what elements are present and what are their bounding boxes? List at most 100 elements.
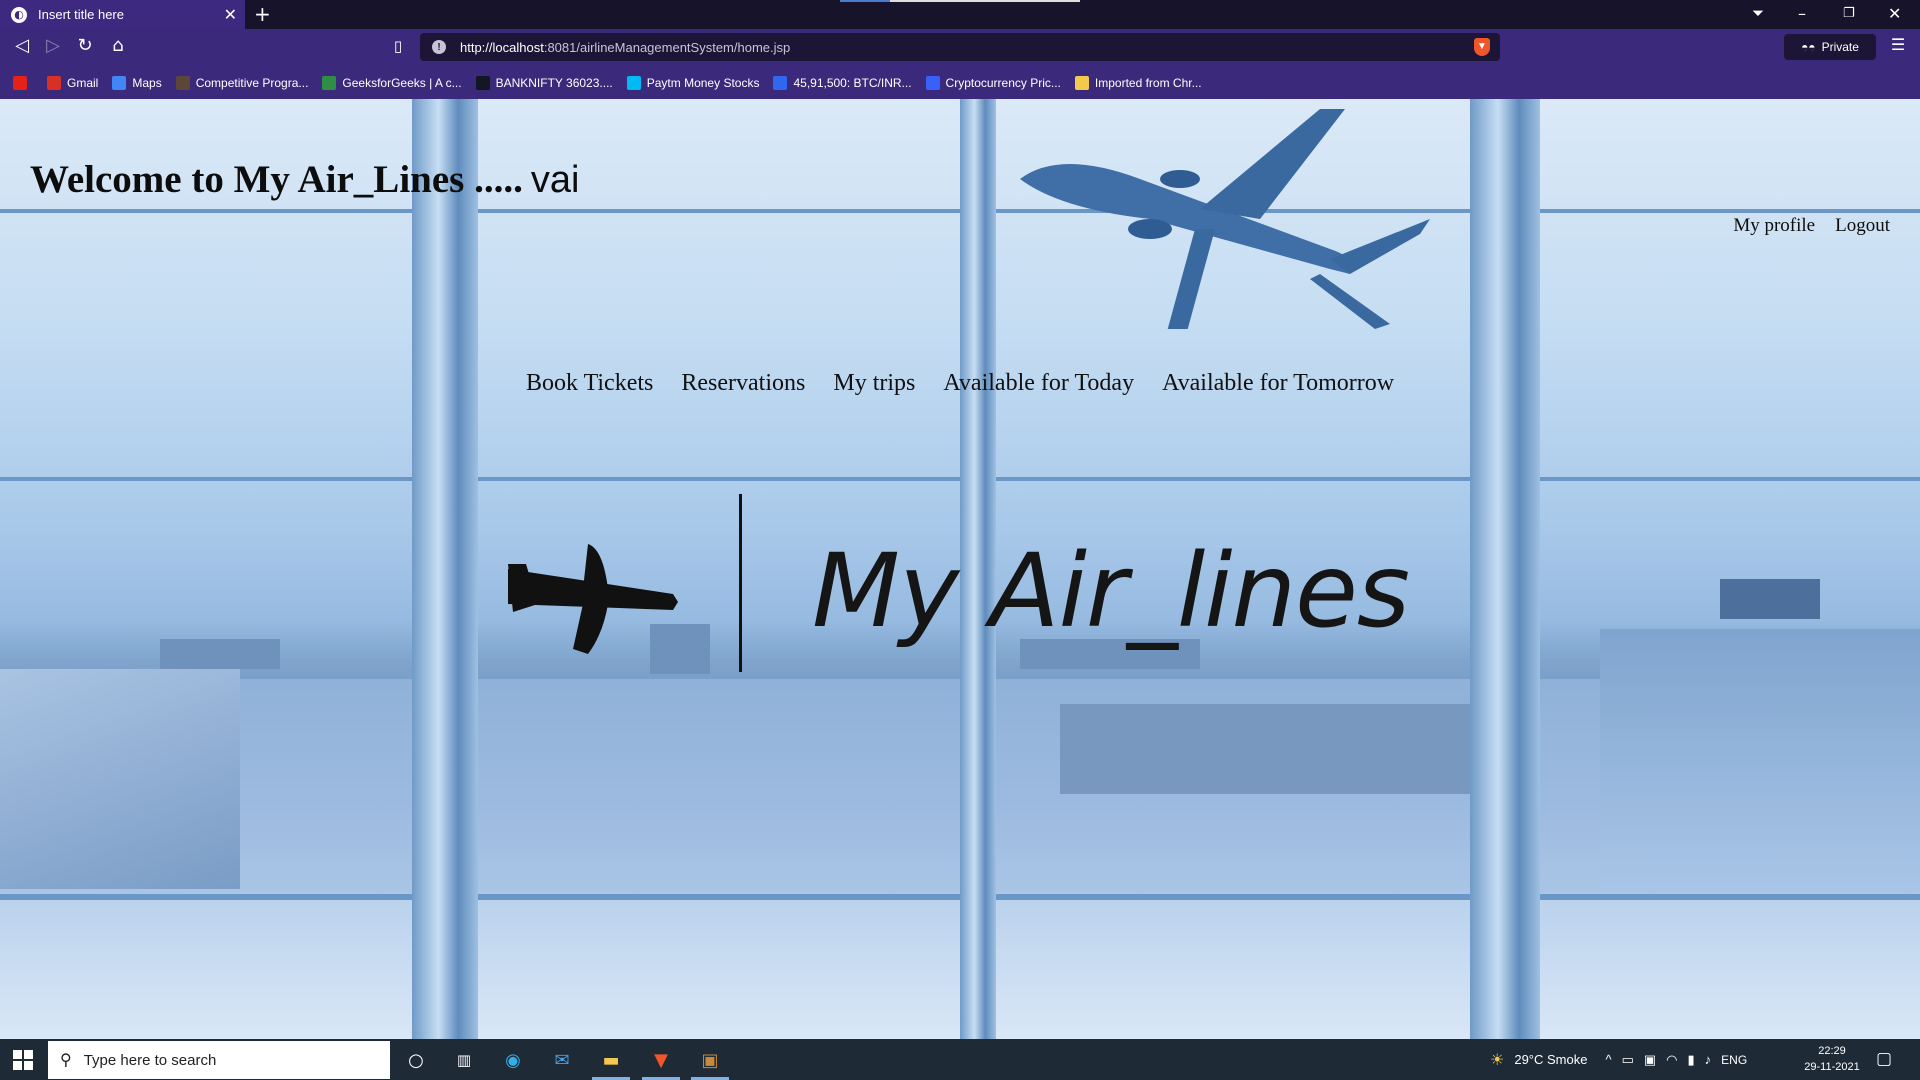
username: vai: [530, 159, 580, 201]
main-nav: Book Tickets Reservations My trips Avail…: [526, 370, 1394, 397]
close-window-icon[interactable]: ✕: [1888, 4, 1901, 23]
reload-icon[interactable]: ↻: [73, 35, 97, 56]
airplane-image: [1020, 109, 1430, 329]
loading-bar-accent: [840, 0, 890, 2]
home-icon[interactable]: ⌂: [106, 35, 130, 56]
window-pillar: [1470, 99, 1540, 1039]
brave-browser-icon[interactable]: ▼: [642, 1047, 680, 1080]
tradingview-icon: [475, 75, 490, 90]
menu-icon[interactable]: ☰: [1886, 35, 1910, 54]
clock[interactable]: 22:29 29-11-2021: [1800, 1043, 1864, 1075]
cortana-icon[interactable]: ○: [403, 1047, 429, 1073]
nav-my-trips[interactable]: My trips: [833, 370, 915, 397]
logo-divider: [739, 494, 742, 672]
bookmarks-bar: Gmail Maps Competitive Progra... GeeksforGe…: [0, 66, 1920, 99]
bookmark-label: Maps: [132, 75, 162, 90]
tab-search-icon[interactable]: ⏷: [1752, 4, 1764, 22]
gfg-icon: [322, 75, 337, 90]
bookmark-label: Competitive Progra...: [195, 75, 309, 90]
windows-taskbar: ⚲ Type here to search ○ ▥ ◉ ✉ ▬ ▼ ▣ ☀ 29…: [0, 1039, 1920, 1080]
google-icon: [112, 75, 127, 90]
volume-icon[interactable]: ♪: [1705, 1052, 1712, 1067]
youtube-icon: [13, 75, 27, 90]
building: [160, 639, 280, 669]
back-icon[interactable]: ◁: [10, 35, 34, 56]
restore-icon[interactable]: ❐: [1843, 6, 1855, 21]
task-view-icon[interactable]: ▥: [451, 1047, 477, 1073]
close-tab-icon[interactable]: ✕: [224, 5, 237, 24]
system-tray: ☀ 29°C Smoke ^ ▭ ▣ ◠ ▮ ♪ ENG: [1490, 1039, 1747, 1080]
nav-available-today[interactable]: Available for Today: [943, 370, 1134, 397]
bookmark-item[interactable]: Cryptocurrency Pric...: [925, 75, 1061, 90]
bookmark-item[interactable]: Competitive Progra...: [175, 75, 309, 90]
eclipse-icon[interactable]: ▣: [691, 1047, 729, 1080]
browser-tab-bar: ◐ Insert title here ✕ + ⏷ – ❐ ✕: [0, 0, 1920, 29]
show-hidden-icons-icon[interactable]: ^: [1605, 1052, 1611, 1067]
tab-title: Insert title here: [38, 7, 124, 22]
wifi-icon[interactable]: ◠: [1666, 1052, 1677, 1068]
browser-toolbar: ◁ ▷ ↻ ⌂ ▯ ! http://localhost:8081/airlin…: [0, 29, 1920, 66]
bookmark-item[interactable]: Gmail: [47, 75, 99, 90]
url-text: http://localhost:8081/airlineManagementS…: [460, 39, 791, 55]
file-explorer-icon[interactable]: ▬: [592, 1047, 630, 1080]
terminal-building: [1600, 629, 1920, 889]
mail-icon[interactable]: ✉: [549, 1047, 575, 1073]
private-window-badge[interactable]: ◓◓ Private: [1784, 34, 1876, 60]
display-icon[interactable]: ▣: [1644, 1052, 1656, 1068]
bookmark-icon[interactable]: ▯: [386, 37, 410, 55]
coinmarketcap-icon: [925, 75, 940, 90]
window-pillar: [412, 99, 478, 1039]
address-bar[interactable]: ! http://localhost:8081/airlineManagemen…: [420, 33, 1500, 61]
nav-book-tickets[interactable]: Book Tickets: [526, 370, 653, 397]
bookmark-item[interactable]: BANKNIFTY 36023....: [475, 75, 613, 90]
windows-start-icon[interactable]: [13, 1050, 33, 1070]
site-info-icon[interactable]: !: [432, 40, 446, 54]
time-text: 22:29: [1818, 1045, 1846, 1057]
jet-bridge: [1060, 704, 1480, 794]
logo-text: My Air_lines: [812, 532, 1410, 651]
search-icon: ⚲: [60, 1052, 72, 1069]
nav-reservations[interactable]: Reservations: [681, 370, 805, 397]
airplane-logo-icon: [508, 544, 678, 654]
bookmark-label: Cryptocurrency Pric...: [945, 75, 1061, 90]
taskbar-search[interactable]: ⚲ Type here to search: [48, 1041, 390, 1079]
meet-now-icon[interactable]: ▭: [1622, 1052, 1634, 1068]
new-tab-icon[interactable]: +: [254, 2, 271, 26]
gmail-icon: [47, 75, 61, 90]
minimize-icon[interactable]: –: [1798, 4, 1806, 23]
logout-link[interactable]: Logout: [1835, 215, 1890, 237]
bookmark-item[interactable]: Imported from Chr...: [1074, 75, 1202, 90]
language-indicator[interactable]: ENG: [1721, 1053, 1747, 1067]
bookmark-item[interactable]: 45,91,500: BTC/INR...: [773, 75, 912, 90]
my-profile-link[interactable]: My profile: [1733, 215, 1815, 237]
weather-icon: ☀: [1490, 1051, 1505, 1069]
notifications-icon[interactable]: ▢: [1876, 1049, 1892, 1069]
battery-icon[interactable]: ▮: [1688, 1052, 1695, 1068]
bookmark-item[interactable]: [13, 75, 33, 90]
bookmark-item[interactable]: Paytm Money Stocks: [626, 75, 760, 90]
bookmark-item[interactable]: Maps: [112, 75, 162, 90]
wazirx-icon: [773, 75, 788, 90]
stairs: [0, 669, 240, 889]
welcome-heading: Welcome to My Air_Lines ..... vai: [30, 158, 580, 201]
browser-tab[interactable]: ◐ Insert title here ✕: [0, 0, 245, 29]
forward-icon[interactable]: ▷: [41, 35, 65, 56]
bookmark-label: 45,91,500: BTC/INR...: [793, 75, 912, 90]
bookmark-label: Imported from Chr...: [1094, 75, 1202, 90]
account-links: My profile Logout: [1733, 215, 1890, 237]
bookmark-label: GeeksforGeeks | A c...: [342, 75, 462, 90]
bookmark-label: Paytm Money Stocks: [646, 75, 760, 90]
brave-shield-icon[interactable]: ▼: [1474, 38, 1490, 56]
bookmark-label: Gmail: [67, 75, 99, 90]
bookmark-item[interactable]: GeeksforGeeks | A c...: [322, 75, 462, 90]
date-text: 29-11-2021: [1804, 1061, 1860, 1073]
private-mask-icon: ◓◓: [1801, 40, 1816, 54]
nav-available-tomorrow[interactable]: Available for Tomorrow: [1162, 370, 1394, 397]
edge-icon[interactable]: ◉: [500, 1047, 526, 1073]
weather-text[interactable]: 29°C Smoke: [1514, 1052, 1587, 1067]
codechef-icon: [175, 75, 190, 90]
folder-icon: [1074, 75, 1089, 90]
page-body: Welcome to My Air_Lines ..... vai My prof…: [0, 99, 1920, 1039]
page-favicon-icon: ◐: [11, 6, 27, 23]
bookmark-label: BANKNIFTY 36023....: [495, 75, 613, 90]
